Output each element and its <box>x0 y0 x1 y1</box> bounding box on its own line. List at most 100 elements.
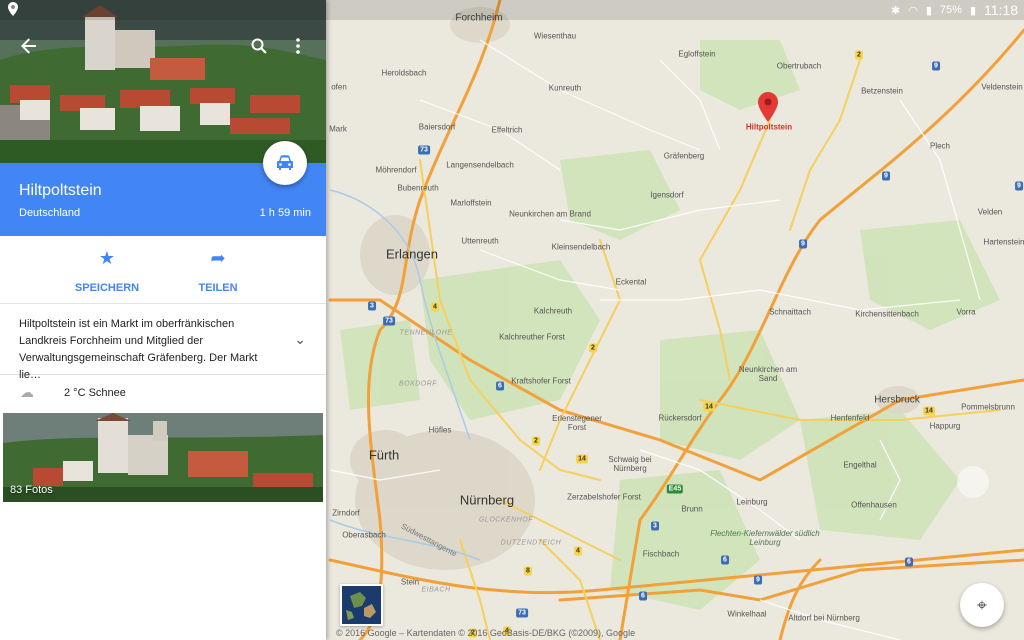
place-hero-image[interactable] <box>0 0 326 163</box>
map-label: Kirchensittenbach <box>855 309 919 319</box>
map-label: Vorra <box>956 307 976 317</box>
road-shield: 9 <box>932 61 940 71</box>
map-label: Heroldsbach <box>381 68 427 78</box>
map-label: Offenhausen <box>851 500 897 510</box>
photo-count: 83 Fotos <box>10 484 53 496</box>
road-shield: 6 <box>639 591 647 601</box>
battery-level: 75% <box>939 4 962 16</box>
map-label-destination: Hiltpoltstein <box>745 122 793 132</box>
place-actions: ★ SPEICHERN ➦ TEILEN <box>0 236 326 304</box>
map-label: Stein <box>400 577 420 587</box>
map-label: Effeltrich <box>491 125 523 135</box>
map-label-hersbruck: Hersbruck <box>874 394 920 406</box>
road-shield: 6 <box>905 557 913 567</box>
road-shield: E45 <box>666 484 684 494</box>
map-label: ofen <box>331 82 347 92</box>
save-button[interactable]: ★ SPEICHERN <box>52 248 162 294</box>
map-label: Gräfenberg <box>663 151 705 161</box>
road-shield: 14 <box>576 454 588 464</box>
back-arrow-icon[interactable] <box>15 32 43 60</box>
map-label-fuerth: Fürth <box>368 447 400 463</box>
map-label: Eckental <box>615 277 647 287</box>
map-label-district: DUTZENDTEICH <box>500 539 562 547</box>
map-label: Veldenstein <box>981 82 1023 92</box>
map-label: Kunreuth <box>548 83 582 93</box>
map-label: Obertrubach <box>776 61 822 71</box>
map-label: Höfles <box>428 425 452 435</box>
map-label: Henfenfeld <box>830 413 870 423</box>
satellite-thumbnail-icon <box>342 586 381 624</box>
road-shield: 73 <box>418 145 430 155</box>
road-shield: 9 <box>882 171 890 181</box>
share-label: TEILEN <box>198 282 238 294</box>
map-label: Marloffstein <box>450 198 492 208</box>
road-shield: 6 <box>721 555 729 565</box>
map-label: Leinburg <box>736 497 768 507</box>
map-label-district: TENNENLOHE <box>399 329 453 337</box>
signal-icon: ▮ <box>925 4 932 17</box>
satellite-toggle-button[interactable] <box>340 584 383 626</box>
map-label: Neunkirchen am Sand <box>738 365 798 383</box>
map-label: Langensendelbach <box>446 160 514 170</box>
directions-button[interactable] <box>263 141 307 185</box>
road-shield: 4 <box>574 546 582 556</box>
travel-duration: 1 h 59 min <box>259 207 311 219</box>
search-icon[interactable] <box>245 32 273 60</box>
road-shield: 6 <box>496 381 504 391</box>
road-shield: 3 <box>651 521 659 531</box>
map-label: Baiersdorf <box>418 122 456 132</box>
map-label: Uttenreuth <box>461 236 499 246</box>
map-label: Schnaittach <box>769 307 811 317</box>
place-description[interactable]: Hiltpoltstein ist ein Markt im oberfränk… <box>0 305 326 381</box>
map-label: Erlenstegener Forst <box>552 414 602 432</box>
map-label: Velden <box>977 207 1003 217</box>
map-copyright[interactable]: © 2016 Google – Kartendaten © 2016 GeoBa… <box>336 628 635 638</box>
map-label: Rückersdorf <box>658 413 702 423</box>
chevron-down-icon[interactable]: ⌄ <box>294 331 306 348</box>
map-label: Altdorf bei Nürnberg <box>788 613 860 623</box>
battery-icon: ▮ <box>969 4 976 17</box>
location-icon <box>8 2 18 19</box>
map-label-nuernberg: Nürnberg <box>459 492 515 508</box>
map-label: Plech <box>929 141 951 151</box>
crosshair-icon: ⌖ <box>976 594 988 615</box>
map-label: Kraftshofer Forst <box>511 376 571 386</box>
map-label: Schwaig bei Nürnberg <box>608 455 652 473</box>
road-shield: 9 <box>1015 181 1023 191</box>
road-shield: 3 <box>368 301 376 311</box>
map-label: Kalchreuth <box>533 306 573 316</box>
map-label: Egloffstein <box>678 49 716 59</box>
place-title: Hiltpoltstein <box>19 182 102 199</box>
road-shield: 14 <box>703 402 715 412</box>
map-label: Hartenstein <box>983 237 1024 247</box>
map-label: Möhrendorf <box>375 165 417 175</box>
map-overlay-button[interactable] <box>957 466 989 498</box>
wifi-icon: ◠ <box>908 4 918 17</box>
hero-toolbar <box>0 20 326 72</box>
map-label-district: BOXDORF <box>398 380 438 388</box>
bluetooth-icon: ✱ <box>891 4 901 17</box>
my-location-button[interactable]: ⌖ <box>960 583 1004 627</box>
weather-row: ☁ 2 °C Schnee <box>0 375 326 411</box>
road-shield: 2 <box>855 50 863 60</box>
map-label: Mark <box>329 124 347 134</box>
map-label: Zerzabelshofer Forst <box>567 492 641 502</box>
road-shield: 2 <box>589 343 597 353</box>
road-shield: 73 <box>516 608 528 618</box>
map-label: Fischbach <box>642 549 680 559</box>
map-pin-icon[interactable] <box>758 92 778 122</box>
snow-cloud-icon: ☁ <box>20 384 34 400</box>
road-shield: 9 <box>754 575 762 585</box>
more-vert-icon[interactable] <box>284 32 312 60</box>
map-label: Brunn <box>681 504 703 514</box>
map-label: Betzenstein <box>861 86 903 96</box>
photo-gallery[interactable]: 83 Fotos <box>3 413 323 502</box>
road-shield: 2 <box>532 436 540 446</box>
map-label: Oberasbach <box>342 530 386 540</box>
road-shield: 9 <box>799 239 807 249</box>
share-button[interactable]: ➦ TEILEN <box>163 248 273 294</box>
clock: 11:18 <box>984 2 1018 18</box>
place-country: Deutschland <box>19 207 81 219</box>
road-shield: 14 <box>923 406 935 416</box>
map-label: Engelthal <box>843 460 877 470</box>
